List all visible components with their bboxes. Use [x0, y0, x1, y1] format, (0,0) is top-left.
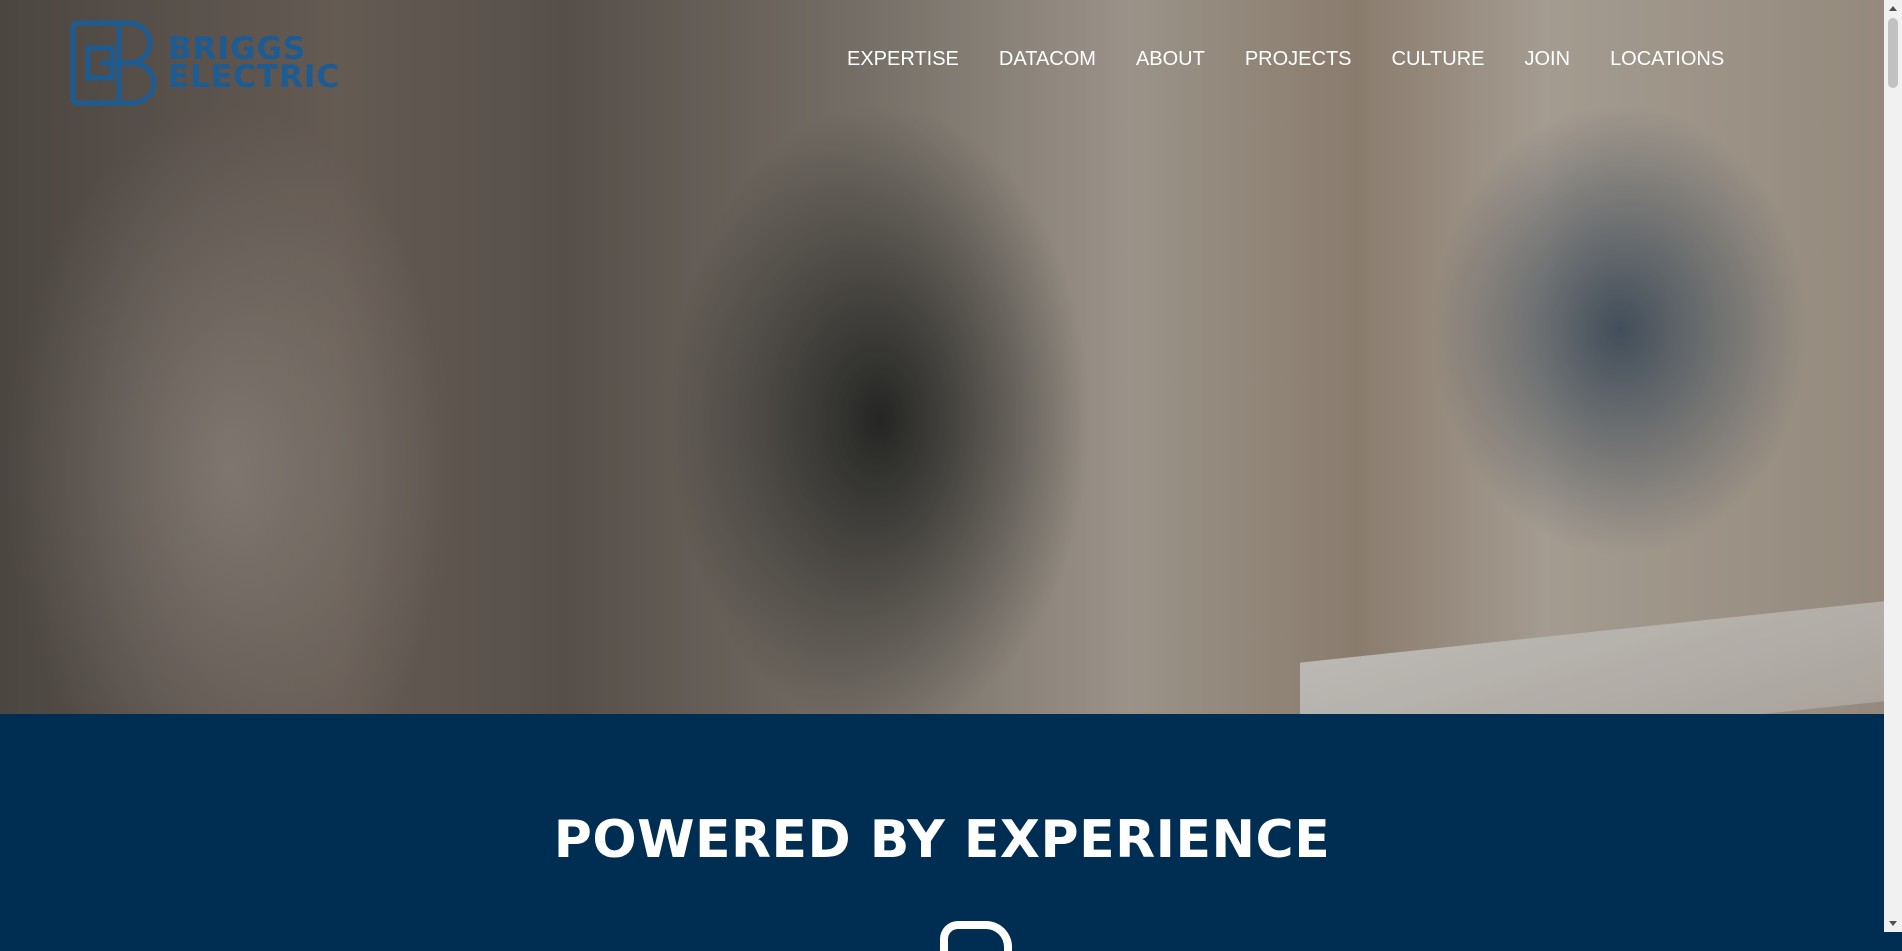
scroll-down-icon[interactable] — [1889, 921, 1897, 926]
page-scrollbar[interactable] — [1884, 0, 1902, 932]
scroll-up-icon[interactable] — [1889, 6, 1897, 11]
nav-culture[interactable]: CULTURE — [1392, 48, 1485, 71]
brand-wordmark: BRIGGS ELECTRIC — [168, 34, 341, 95]
nav-locations[interactable]: LOCATIONS — [1610, 48, 1724, 71]
nav-expertise[interactable]: EXPERTISE — [847, 48, 959, 71]
nav-join[interactable]: JOIN — [1525, 48, 1571, 71]
section-logo-icon — [940, 921, 1012, 951]
brand-line2: ELECTRIC — [168, 59, 341, 95]
nav-datacom[interactable]: DATACOM — [999, 48, 1096, 71]
main-nav: EXPERTISE DATACOM ABOUT PROJECTS CULTURE… — [847, 48, 1724, 71]
brand-logo[interactable]: BRIGGS ELECTRIC — [70, 20, 340, 106]
nav-about[interactable]: ABOUT — [1136, 48, 1205, 71]
nav-projects[interactable]: PROJECTS — [1245, 48, 1352, 71]
section-title: POWERED BY EXPERIENCE — [553, 810, 1331, 870]
hero-image — [0, 0, 1884, 714]
scrollbar-thumb[interactable] — [1888, 18, 1898, 88]
experience-section: POWERED BY EXPERIENCE — [0, 714, 1884, 951]
briggs-logo-icon — [70, 20, 156, 106]
hero-overlay — [0, 0, 1884, 714]
